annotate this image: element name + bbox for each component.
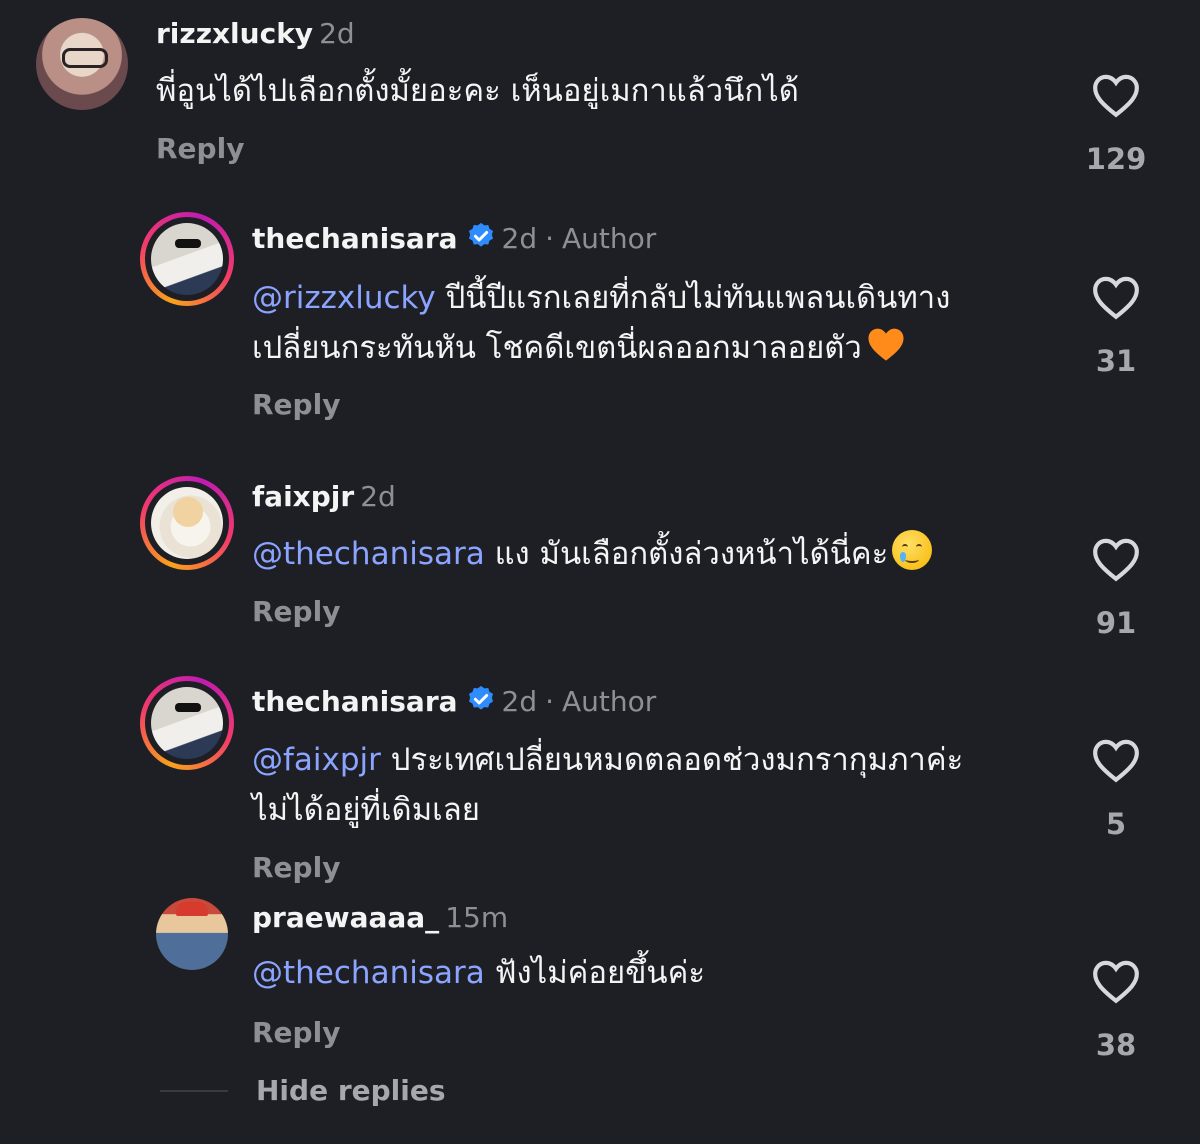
orange-heart-emoji xyxy=(866,324,906,364)
comment-text: @thechanisara ฟังไม่ค่อยขึ้นค่ะ xyxy=(252,955,705,991)
verified-badge-icon xyxy=(466,221,496,260)
reply-button[interactable]: Reply xyxy=(252,595,340,628)
like-count: 31 xyxy=(1095,344,1137,378)
separator-dot: · xyxy=(545,685,555,718)
avatar[interactable] xyxy=(140,476,234,570)
author-label: Author xyxy=(562,222,657,255)
hide-replies-button[interactable]: Hide replies xyxy=(256,1074,446,1107)
mention-link[interactable]: @faixpjr xyxy=(252,742,381,778)
username[interactable]: praewaaaa_ xyxy=(252,901,439,934)
like-count: 129 xyxy=(1085,142,1147,176)
avatar[interactable] xyxy=(140,676,234,770)
timestamp: 15m xyxy=(445,901,509,934)
reply-button[interactable]: Reply xyxy=(252,388,340,421)
reply-button[interactable]: Reply xyxy=(252,851,340,884)
mention-link[interactable]: @thechanisara xyxy=(252,955,485,991)
timestamp: 2d xyxy=(501,222,538,255)
comment-meta: thechanisara 2d · Author xyxy=(252,221,656,260)
hide-replies-divider xyxy=(160,1090,228,1092)
comment-text: @faixpjr ประเทศเปลี่ยนหมดตลอดช่วงมกรากุม… xyxy=(252,742,964,828)
comment-text: @thechanisara แง มันเลือกตั้งล่วงหน้าได้… xyxy=(252,529,933,579)
comment-meta: rizzxlucky 2d xyxy=(156,16,355,52)
heart-outline-icon[interactable] xyxy=(1091,72,1141,118)
like-button[interactable]: 31 xyxy=(1076,274,1156,378)
username[interactable]: thechanisara xyxy=(252,222,458,255)
like-count: 38 xyxy=(1095,1028,1137,1062)
like-button[interactable]: 91 xyxy=(1076,536,1156,640)
like-count: 91 xyxy=(1095,606,1137,640)
comment-text: @rizzxlucky ปีนี้ปีแรกเลยที่กลับไม่ทันแพ… xyxy=(252,280,951,366)
like-button[interactable]: 129 xyxy=(1076,72,1156,176)
verified-badge-icon xyxy=(466,684,496,723)
mention-link[interactable]: @thechanisara xyxy=(252,536,485,572)
smiling-face-with-tear-emoji xyxy=(892,530,933,570)
timestamp: 2d xyxy=(501,685,538,718)
heart-outline-icon[interactable] xyxy=(1091,958,1141,1004)
comment-text: พี่อูนได้ไปเลือกตั้งมั้ยอะคะ เห็นอยู่เมก… xyxy=(156,73,799,109)
username[interactable]: faixpjr xyxy=(252,480,354,513)
heart-outline-icon[interactable] xyxy=(1091,737,1141,783)
separator-dot: · xyxy=(545,222,555,255)
like-button[interactable]: 5 xyxy=(1076,737,1156,841)
avatar[interactable] xyxy=(36,18,128,110)
comment-meta: praewaaaa_ 15m xyxy=(252,900,508,936)
comment-meta: thechanisara 2d · Author xyxy=(252,684,656,723)
heart-outline-icon[interactable] xyxy=(1091,536,1141,582)
mention-link[interactable]: @rizzxlucky xyxy=(252,280,436,316)
like-count: 5 xyxy=(1105,807,1127,841)
timestamp: 2d xyxy=(360,480,396,513)
reply-button[interactable]: Reply xyxy=(156,132,244,165)
username[interactable]: rizzxlucky xyxy=(156,17,313,50)
timestamp: 2d xyxy=(319,17,355,50)
avatar[interactable] xyxy=(156,898,228,970)
like-button[interactable]: 38 xyxy=(1076,958,1156,1062)
author-label: Author xyxy=(562,685,657,718)
heart-outline-icon[interactable] xyxy=(1091,274,1141,320)
username[interactable]: thechanisara xyxy=(252,685,458,718)
avatar[interactable] xyxy=(140,212,234,306)
comment-meta: faixpjr 2d xyxy=(252,479,396,515)
reply-button[interactable]: Reply xyxy=(252,1016,340,1049)
